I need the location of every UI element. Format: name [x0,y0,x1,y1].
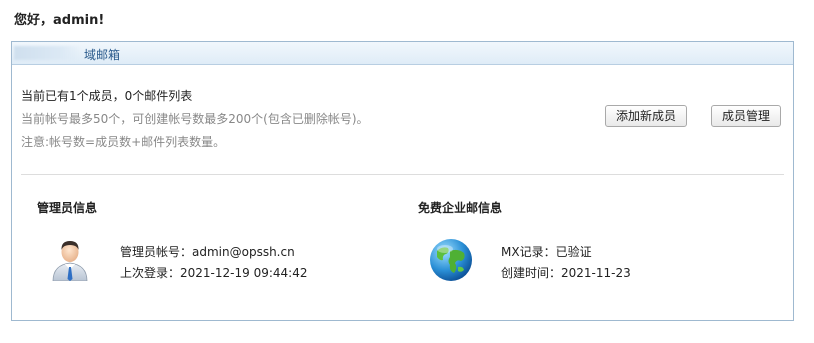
last-login-row: 上次登录：2021-12-19 09:44:42 [120,264,307,281]
last-login-label: 上次登录： [120,266,181,280]
greeting-text: 您好，admin! [14,13,105,28]
admin-account-label: 管理员帐号： [120,245,193,259]
domain-name-blurred [14,46,82,60]
admin-info-title: 管理员信息 [37,201,98,215]
mx-record-value: 已验证 [555,245,592,259]
admin-account-value: admin@opssh.cn [192,245,295,259]
account-note-text: 注意:帐号数=成员数+邮件列表数量。 [21,135,226,149]
admin-account-row: 管理员帐号：admin@opssh.cn [120,243,295,260]
mx-record-row: MX记录：已验证 [501,243,592,260]
globe-icon [430,239,472,281]
panel-title: 域邮箱 [84,48,121,62]
divider [21,174,784,175]
created-time-value: 2021-11-23 [561,266,631,280]
user-icon [52,241,88,281]
domain-mail-panel: 域邮箱 当前已有1个成员，0个邮件列表 当前帐号最多50个，可创建帐号数最多20… [11,41,794,321]
member-count-text: 当前已有1个成员，0个邮件列表 [21,89,193,103]
panel-header: 域邮箱 [12,42,793,65]
free-mail-info-title: 免费企业邮信息 [418,201,503,215]
last-login-value: 2021-12-19 09:44:42 [180,266,308,280]
created-time-row: 创建时间：2021-11-23 [501,264,631,281]
mx-record-label: MX记录： [501,245,556,259]
created-time-label: 创建时间： [501,266,562,280]
manage-members-button[interactable]: 成员管理 [711,105,782,127]
account-limit-text: 当前帐号最多50个，可创建帐号数最多200个(包含已删除帐号)。 [21,112,369,126]
add-member-button[interactable]: 添加新成员 [605,105,688,127]
